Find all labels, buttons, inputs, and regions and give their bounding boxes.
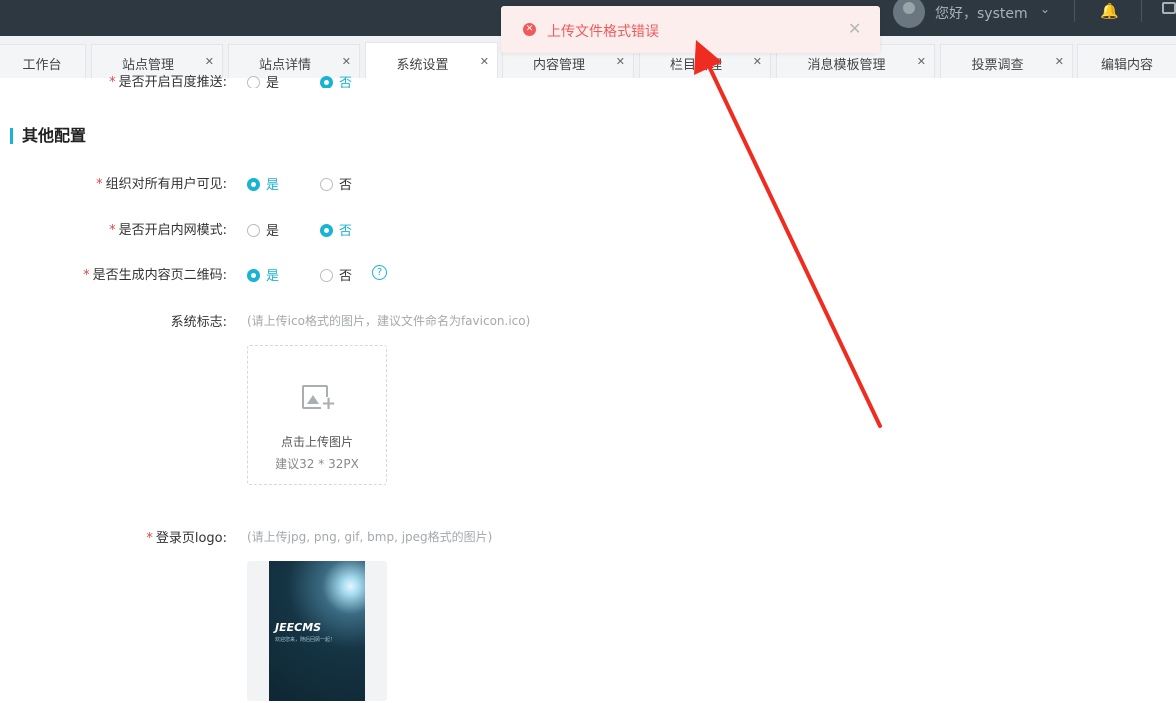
radio-org-visible-yes[interactable]: 是 <box>247 174 279 193</box>
tab-site-management[interactable]: 站点管理 ✕ <box>91 44 223 78</box>
close-icon[interactable]: ✕ <box>480 55 489 68</box>
user-greeting[interactable]: 您好，system <box>935 3 1028 23</box>
error-toast: ✕ 上传文件格式错误 ✕ <box>501 6 880 53</box>
radio-baidu-yes[interactable]: 是 <box>247 74 279 88</box>
form-row-org-visible: * 组织对所有用户可见: 是 否 <box>0 173 600 193</box>
divider <box>1141 0 1142 22</box>
form-row-baidu-push: * 是否开启百度推送: 是 否 <box>0 74 600 88</box>
radio-intranet-yes[interactable]: 是 <box>247 220 279 239</box>
close-icon[interactable]: ✕ <box>1055 55 1064 68</box>
plus-icon: + <box>321 393 337 414</box>
close-icon[interactable]: ✕ <box>753 55 762 68</box>
bell-icon[interactable]: 🔔 <box>1100 2 1119 20</box>
close-icon[interactable]: ✕ <box>848 19 861 38</box>
annotation-arrow <box>694 40 882 428</box>
toast-message: 上传文件格式错误 <box>547 24 659 40</box>
tab-workbench[interactable]: 工作台 <box>0 44 86 78</box>
form-row-qrcode: * 是否生成内容页二维码: 是 否 <box>0 264 600 284</box>
radio-intranet-no[interactable]: 否 <box>320 220 352 239</box>
upload-text: 点击上传图片 <box>280 435 353 449</box>
chevron-down-icon[interactable]: ⌄ <box>1040 2 1050 16</box>
form-row-intranet: * 是否开启内网模式: 是 否 <box>0 219 600 239</box>
radio-baidu-no[interactable]: 否 <box>320 74 352 88</box>
section-title: 其他配置 <box>10 128 86 144</box>
tab-site-details[interactable]: 站点详情 ✕ <box>228 44 360 78</box>
favicon-upload-box[interactable]: + 点击上传图片 建议32 * 32PX <box>247 345 387 485</box>
close-icon[interactable]: ✕ <box>616 55 625 68</box>
divider <box>1074 0 1075 22</box>
close-icon[interactable]: ✕ <box>205 55 214 68</box>
error-icon: ✕ <box>523 23 536 36</box>
radio-qrcode-yes[interactable]: 是 <box>247 265 279 284</box>
tab-edit-content[interactable]: 编辑内容 <box>1077 44 1176 78</box>
tab-system-settings[interactable]: 系统设置 ✕ <box>365 42 498 78</box>
login-logo-hint: (请上传jpg, png, gif, bmp, jpeg格式的图片) <box>247 530 493 544</box>
radio-org-visible-no[interactable]: 否 <box>320 174 352 193</box>
login-logo-upload[interactable]: JEECMS 欢迎您来，随后回顾一起！ <box>247 561 387 701</box>
screen-icon[interactable] <box>1162 2 1176 14</box>
tab-vote-survey[interactable]: 投票调查 ✕ <box>940 44 1073 78</box>
favicon-hint: (请上传ico格式的图片，建议文件命名为favicon.ico) <box>247 314 531 328</box>
close-icon[interactable]: ✕ <box>917 55 926 68</box>
upload-size-hint: 建议32 * 32PX <box>275 457 359 471</box>
close-icon[interactable]: ✕ <box>342 55 351 68</box>
radio-qrcode-no[interactable]: 否 <box>320 265 352 284</box>
help-icon[interactable]: ? <box>372 265 387 280</box>
user-avatar[interactable] <box>893 0 925 28</box>
login-logo-preview: JEECMS 欢迎您来，随后回顾一起！ <box>269 561 365 701</box>
